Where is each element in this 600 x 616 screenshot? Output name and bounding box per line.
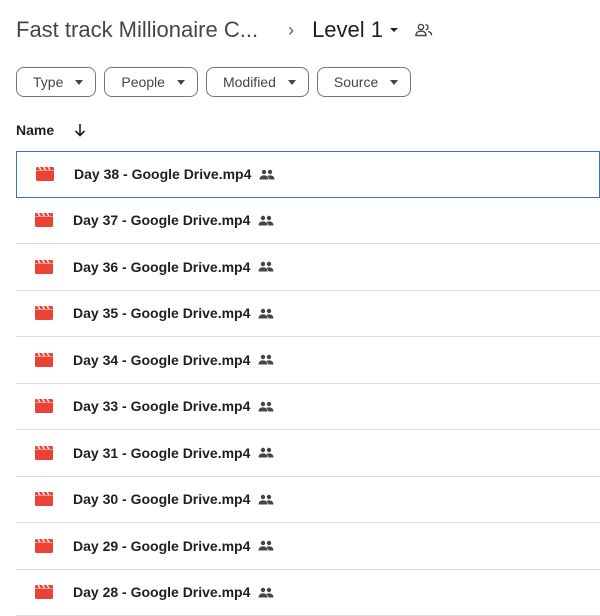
filter-chip-label: People [121, 74, 165, 90]
file-name: Day 31 - Google Drive.mp4 [73, 445, 250, 461]
breadcrumb: Fast track Millionaire C... › Level 1 [16, 17, 433, 43]
video-file-icon [35, 399, 53, 413]
filter-chip-label: Type [33, 74, 63, 90]
file-name: Day 37 - Google Drive.mp4 [73, 212, 250, 228]
filter-chip-source[interactable]: Source [317, 67, 411, 97]
shared-people-icon [258, 494, 274, 505]
file-name: Day 29 - Google Drive.mp4 [73, 538, 250, 554]
shared-folder-icon [415, 23, 433, 37]
video-file-icon [35, 539, 53, 553]
file-row[interactable]: Day 29 - Google Drive.mp4 [16, 523, 600, 570]
sort-descending-arrow-icon[interactable] [74, 123, 86, 137]
file-name: Day 36 - Google Drive.mp4 [73, 259, 250, 275]
video-file-icon [36, 167, 54, 181]
shared-people-icon [258, 354, 274, 365]
caret-down-icon [390, 80, 398, 85]
file-name: Day 34 - Google Drive.mp4 [73, 352, 250, 368]
file-name: Day 38 - Google Drive.mp4 [74, 166, 251, 182]
file-row[interactable]: Day 31 - Google Drive.mp4 [16, 430, 600, 477]
filter-chip-label: Source [334, 74, 378, 90]
video-file-icon [35, 492, 53, 506]
shared-people-icon [258, 261, 274, 272]
video-file-icon [35, 353, 53, 367]
file-row[interactable]: Day 38 - Google Drive.mp4 [16, 151, 600, 198]
file-name: Day 30 - Google Drive.mp4 [73, 491, 250, 507]
shared-people-icon [259, 169, 275, 180]
video-file-icon [35, 260, 53, 274]
breadcrumb-current-folder[interactable]: Level 1 [312, 17, 399, 43]
shared-people-icon [258, 587, 274, 598]
breadcrumb-separator: › [288, 20, 294, 41]
file-row[interactable]: Day 34 - Google Drive.mp4 [16, 337, 600, 384]
filter-chip-label: Modified [223, 74, 276, 90]
video-file-icon [35, 585, 53, 599]
file-row[interactable]: Day 30 - Google Drive.mp4 [16, 477, 600, 524]
video-file-icon [35, 306, 53, 320]
file-name: Day 33 - Google Drive.mp4 [73, 398, 250, 414]
file-list: Day 38 - Google Drive.mp4 Day 37 - Google… [16, 151, 600, 616]
filter-chip-type[interactable]: Type [16, 67, 96, 97]
file-name: Day 28 - Google Drive.mp4 [73, 584, 250, 600]
file-row[interactable]: Day 37 - Google Drive.mp4 [16, 198, 600, 245]
shared-people-icon [258, 401, 274, 412]
caret-down-icon [75, 80, 83, 85]
file-row[interactable]: Day 36 - Google Drive.mp4 [16, 244, 600, 291]
file-row[interactable]: Day 28 - Google Drive.mp4 [16, 570, 600, 616]
filter-chip-people[interactable]: People [104, 67, 198, 97]
filter-chip-modified[interactable]: Modified [206, 67, 309, 97]
shared-people-icon [258, 447, 274, 458]
video-file-icon [35, 446, 53, 460]
shared-people-icon [258, 308, 274, 319]
file-name: Day 35 - Google Drive.mp4 [73, 305, 250, 321]
video-file-icon [35, 213, 53, 227]
name-column-header[interactable]: Name [16, 122, 54, 138]
breadcrumb-parent-folder[interactable]: Fast track Millionaire C... [16, 17, 258, 43]
caret-down-icon [288, 80, 296, 85]
caret-down-icon [389, 25, 399, 35]
filter-chips: Type People Modified Source [16, 67, 411, 97]
file-row[interactable]: Day 33 - Google Drive.mp4 [16, 384, 600, 431]
caret-down-icon [177, 80, 185, 85]
shared-people-icon [258, 540, 274, 551]
current-folder-label: Level 1 [312, 17, 383, 43]
list-header: Name [16, 122, 86, 138]
file-row[interactable]: Day 35 - Google Drive.mp4 [16, 291, 600, 338]
shared-people-icon [258, 215, 274, 226]
